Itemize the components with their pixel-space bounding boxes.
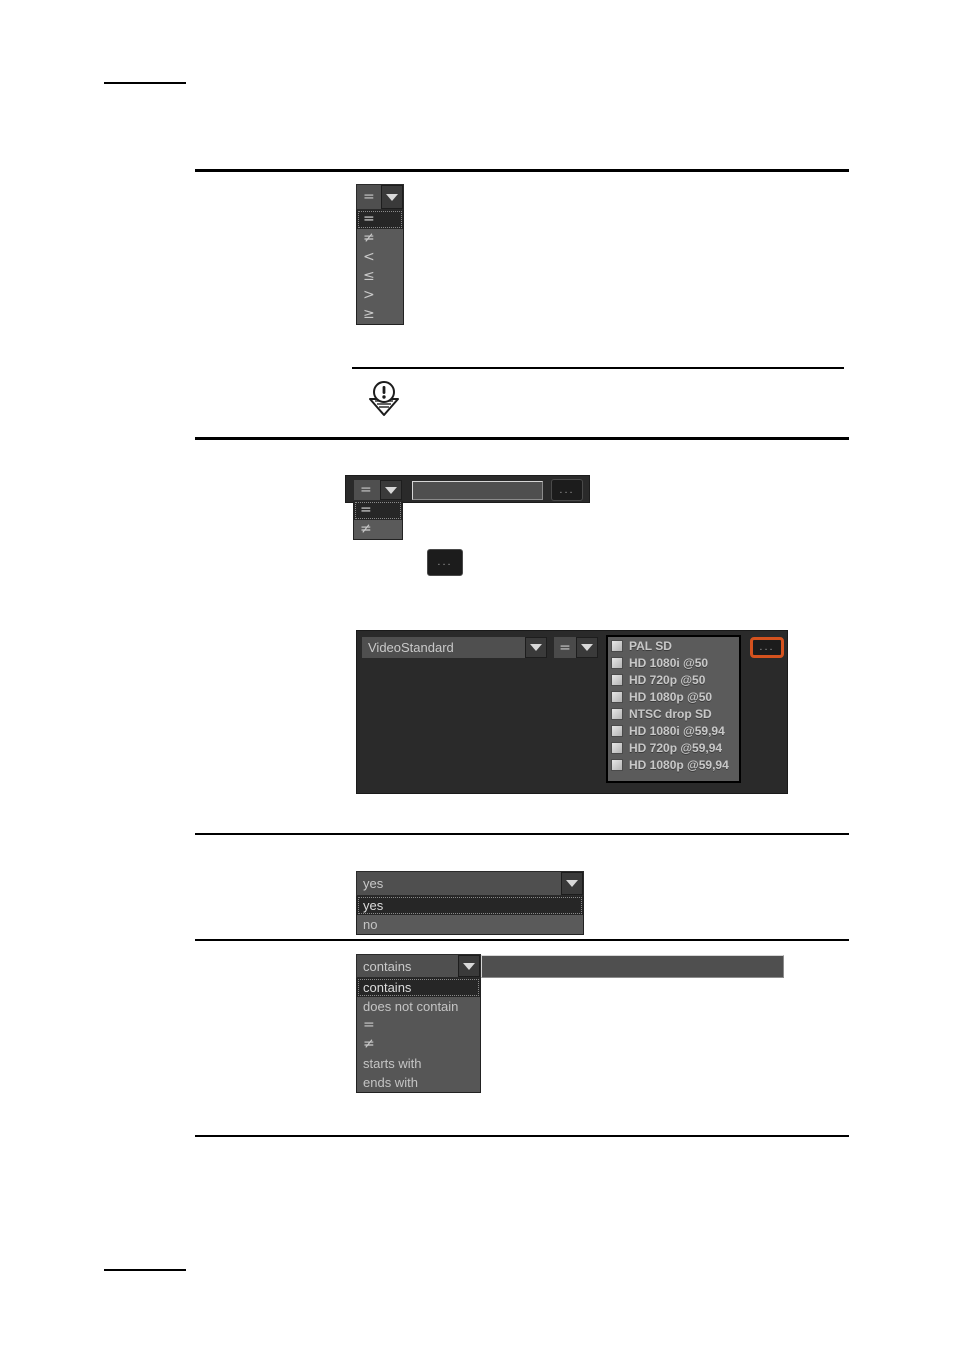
- equality-operator-combo[interactable]: = = ≠: [353, 479, 403, 540]
- boolean-combo-closed[interactable]: yes: [356, 871, 584, 896]
- list-item[interactable]: HD 1080i @50: [608, 654, 739, 671]
- list-item[interactable]: HD 1080i @59,94: [608, 722, 739, 739]
- string-value-field[interactable]: [481, 955, 784, 978]
- note-warning-icon: [362, 379, 406, 423]
- boolean-selected-value: yes: [357, 872, 561, 895]
- video-standard-panel: VideoStandard = PAL SD HD 1080i @50 HD 7…: [356, 630, 788, 794]
- chevron-down-icon[interactable]: [561, 872, 583, 895]
- numeric-operator-combo-closed[interactable]: =: [356, 184, 404, 210]
- dropdown-item[interactable]: ends with: [357, 1073, 480, 1092]
- dropdown-item[interactable]: yes: [357, 896, 583, 915]
- numeric-operator-selected-value: =: [357, 185, 381, 209]
- section-rule-5: [195, 1135, 849, 1137]
- browse-button[interactable]: ...: [427, 549, 463, 576]
- dropdown-item[interactable]: =: [354, 501, 402, 520]
- video-standard-field-combo[interactable]: VideoStandard: [361, 636, 548, 659]
- dropdown-item[interactable]: ≠: [357, 229, 403, 248]
- section-rule-2: [195, 437, 849, 440]
- dropdown-item[interactable]: ≥: [357, 305, 403, 324]
- chevron-down-icon[interactable]: [525, 637, 547, 658]
- footer-redaction-rule: [104, 1269, 186, 1271]
- section-rule-1: [195, 169, 849, 172]
- checkbox-unchecked-icon[interactable]: [611, 707, 623, 720]
- list-item[interactable]: HD 720p @59,94: [608, 739, 739, 756]
- dropdown-item[interactable]: no: [357, 915, 583, 934]
- checkbox-unchecked-icon[interactable]: [611, 673, 623, 686]
- equality-operator-combo-closed[interactable]: =: [353, 479, 403, 501]
- video-standard-operator-value: =: [554, 637, 576, 658]
- list-item[interactable]: HD 720p @50: [608, 671, 739, 688]
- dropdown-item[interactable]: =: [357, 1016, 480, 1035]
- equality-operator-selected-value: =: [354, 480, 380, 500]
- list-item[interactable]: NTSC drop SD: [608, 705, 739, 722]
- checkbox-unchecked-icon[interactable]: [611, 758, 623, 771]
- list-item[interactable]: HD 1080p @59,94: [608, 756, 739, 773]
- video-standard-checklist[interactable]: PAL SD HD 1080i @50 HD 720p @50 HD 1080p…: [606, 635, 741, 783]
- list-item-label: HD 720p @50: [629, 672, 706, 687]
- dropdown-item[interactable]: does not contain: [357, 997, 480, 1016]
- checkbox-unchecked-icon[interactable]: [611, 724, 623, 737]
- document-page: = = ≠ < ≤ > ≥ = = ≠ ... ... VideoStandar…: [0, 0, 954, 1350]
- boolean-dropdown-list[interactable]: yes no: [356, 896, 584, 935]
- video-standard-field-value: VideoStandard: [362, 637, 525, 658]
- numeric-operator-combo[interactable]: = = ≠ < ≤ > ≥: [356, 184, 404, 325]
- video-standard-operator-combo[interactable]: =: [553, 636, 599, 659]
- dropdown-item[interactable]: <: [357, 248, 403, 267]
- string-operator-selected-value: contains: [357, 955, 458, 977]
- section-rule-4: [195, 939, 849, 941]
- list-item-label: HD 720p @59,94: [629, 740, 723, 755]
- equality-value-field[interactable]: [412, 481, 543, 500]
- checkbox-unchecked-icon[interactable]: [611, 741, 623, 754]
- dropdown-item[interactable]: >: [357, 286, 403, 305]
- header-redaction-rule: [104, 82, 186, 84]
- note-separator-rule: [352, 367, 844, 369]
- list-item-label: NTSC drop SD: [629, 706, 712, 721]
- checkbox-unchecked-icon[interactable]: [611, 690, 623, 703]
- dropdown-item[interactable]: =: [357, 210, 403, 229]
- equality-operator-dropdown-list[interactable]: = ≠: [353, 501, 403, 540]
- list-item-label: PAL SD: [629, 638, 672, 653]
- chevron-down-icon[interactable]: [380, 480, 402, 500]
- checkbox-unchecked-icon[interactable]: [611, 639, 623, 652]
- boolean-combo[interactable]: yes yes no: [356, 871, 584, 935]
- string-operator-dropdown-list[interactable]: contains does not contain = ≠ starts wit…: [356, 978, 481, 1093]
- chevron-down-icon[interactable]: [381, 185, 403, 209]
- string-operator-combo[interactable]: contains contains does not contain = ≠ s…: [356, 954, 481, 1093]
- video-standard-browse-button[interactable]: ...: [750, 637, 784, 658]
- list-item-label: HD 1080i @50: [629, 655, 709, 670]
- chevron-down-icon[interactable]: [458, 955, 480, 977]
- section-rule-3: [195, 833, 849, 835]
- list-item[interactable]: PAL SD: [608, 637, 739, 654]
- string-operator-combo-closed[interactable]: contains: [356, 954, 481, 978]
- list-item-label: HD 1080i @59,94: [629, 723, 725, 738]
- equality-browse-button[interactable]: ...: [551, 479, 583, 501]
- checkbox-unchecked-icon[interactable]: [611, 656, 623, 669]
- dropdown-item[interactable]: contains: [357, 978, 480, 997]
- list-item-label: HD 1080p @50: [629, 689, 713, 704]
- list-item[interactable]: HD 1080p @50: [608, 688, 739, 705]
- list-item-label: HD 1080p @59,94: [629, 757, 729, 772]
- dropdown-item[interactable]: ≠: [354, 520, 402, 539]
- chevron-down-icon[interactable]: [576, 637, 598, 658]
- dropdown-item[interactable]: starts with: [357, 1054, 480, 1073]
- numeric-operator-dropdown-list[interactable]: = ≠ < ≤ > ≥: [356, 210, 404, 325]
- dropdown-item[interactable]: ≤: [357, 267, 403, 286]
- dropdown-item[interactable]: ≠: [357, 1035, 480, 1054]
